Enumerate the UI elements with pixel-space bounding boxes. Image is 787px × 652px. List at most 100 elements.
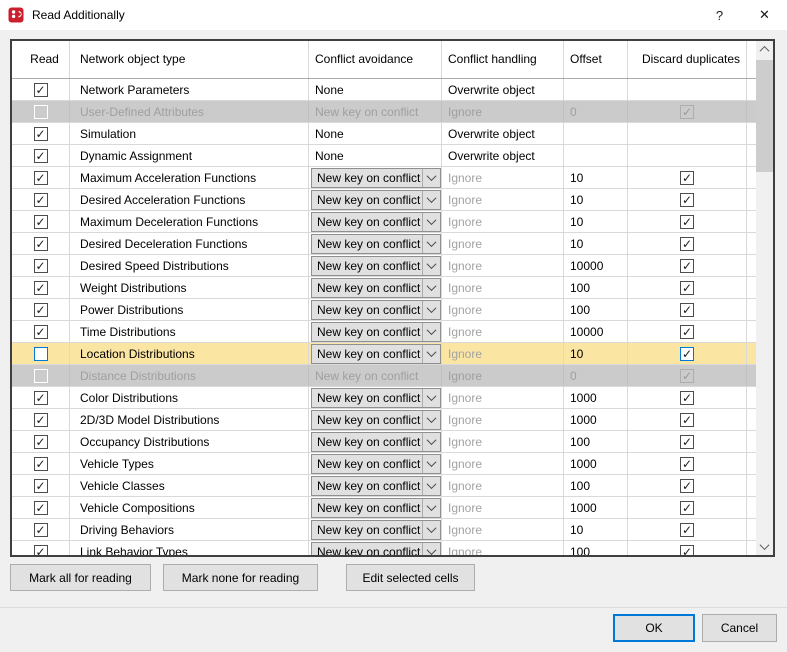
discard-duplicates-checkbox[interactable]: ✓ [680, 171, 694, 185]
table-row[interactable]: ✓Power DistributionsNew key on conflictI… [12, 299, 756, 321]
read-checkbox[interactable]: ✓ [34, 193, 48, 207]
close-button[interactable]: ✕ [742, 0, 787, 30]
conflict-avoidance-dropdown[interactable]: New key on conflict [311, 256, 441, 276]
table-row[interactable]: User-Defined AttributesNew key on confli… [12, 101, 756, 123]
read-checkbox[interactable]: ✓ [34, 281, 48, 295]
read-checkbox[interactable]: ✓ [34, 479, 48, 493]
dropdown-arrow-button[interactable] [422, 235, 440, 253]
discard-duplicates-checkbox[interactable]: ✓ [680, 435, 694, 449]
dropdown-arrow-button[interactable] [422, 411, 440, 429]
conflict-avoidance-dropdown[interactable]: New key on conflict [311, 388, 441, 408]
conflict-avoidance-dropdown[interactable]: New key on conflict [311, 476, 441, 496]
table-row[interactable]: ✓Weight DistributionsNew key on conflict… [12, 277, 756, 299]
table-row[interactable]: ✓Link Behavior TypesNew key on conflictI… [12, 541, 756, 555]
discard-duplicates-checkbox[interactable]: ✓ [680, 457, 694, 471]
discard-duplicates-checkbox[interactable]: ✓ [680, 545, 694, 556]
read-checkbox[interactable]: ✓ [34, 523, 48, 537]
vertical-scrollbar[interactable] [756, 41, 773, 555]
read-checkbox[interactable]: ✓ [34, 325, 48, 339]
conflict-avoidance-dropdown[interactable]: New key on conflict [311, 322, 441, 342]
dropdown-arrow-button[interactable] [422, 543, 440, 556]
read-checkbox[interactable]: ✓ [34, 127, 48, 141]
read-checkbox[interactable]: ✓ [34, 215, 48, 229]
read-checkbox[interactable]: ✓ [34, 149, 48, 163]
discard-duplicates-checkbox[interactable]: ✓ [680, 237, 694, 251]
table-row[interactable]: ✓Time DistributionsNew key on conflictIg… [12, 321, 756, 343]
dropdown-arrow-button[interactable] [422, 301, 440, 319]
table-row[interactable]: ✓2D/3D Model DistributionsNew key on con… [12, 409, 756, 431]
scrollbar-down-button[interactable] [756, 538, 773, 555]
dropdown-arrow-button[interactable] [422, 345, 440, 363]
mark-none-for-reading-button[interactable]: Mark none for reading [163, 564, 318, 591]
scrollbar-thumb[interactable] [756, 60, 773, 172]
conflict-avoidance-dropdown[interactable]: New key on conflict [311, 432, 441, 452]
conflict-avoidance-dropdown[interactable]: New key on conflict [311, 190, 441, 210]
table-row[interactable]: ✓Desired Acceleration FunctionsNew key o… [12, 189, 756, 211]
table-row[interactable]: ✓SimulationNoneOverwrite object [12, 123, 756, 145]
read-checkbox[interactable]: ✓ [34, 435, 48, 449]
edit-selected-cells-button[interactable]: Edit selected cells [346, 564, 475, 591]
table-row[interactable]: ✓Vehicle ClassesNew key on conflictIgnor… [12, 475, 756, 497]
discard-duplicates-checkbox[interactable]: ✓ [680, 479, 694, 493]
table-row[interactable]: ✓Maximum Acceleration FunctionsNew key o… [12, 167, 756, 189]
discard-duplicates-checkbox[interactable]: ✓ [680, 347, 694, 361]
table-row[interactable]: ✓Network ParametersNoneOverwrite object [12, 79, 756, 101]
read-checkbox[interactable]: ✓ [34, 545, 48, 556]
discard-duplicates-checkbox[interactable]: ✓ [680, 303, 694, 317]
read-checkbox[interactable] [34, 347, 48, 361]
table-row[interactable]: Distance DistributionsNew key on conflic… [12, 365, 756, 387]
table-row[interactable]: Location DistributionsNew key on conflic… [12, 343, 756, 365]
read-checkbox[interactable]: ✓ [34, 413, 48, 427]
conflict-avoidance-dropdown[interactable]: New key on conflict [311, 454, 441, 474]
dropdown-arrow-button[interactable] [422, 455, 440, 473]
table-row[interactable]: ✓Desired Deceleration FunctionsNew key o… [12, 233, 756, 255]
mark-all-for-reading-button[interactable]: Mark all for reading [10, 564, 151, 591]
conflict-avoidance-dropdown[interactable]: New key on conflict [311, 278, 441, 298]
read-checkbox[interactable]: ✓ [34, 237, 48, 251]
conflict-avoidance-dropdown[interactable]: New key on conflict [311, 234, 441, 254]
dropdown-arrow-button[interactable] [422, 521, 440, 539]
discard-duplicates-checkbox[interactable]: ✓ [680, 523, 694, 537]
read-checkbox[interactable]: ✓ [34, 457, 48, 471]
conflict-avoidance-dropdown[interactable]: New key on conflict [311, 168, 441, 188]
table-row[interactable]: ✓Color DistributionsNew key on conflictI… [12, 387, 756, 409]
ok-button[interactable]: OK [613, 614, 695, 642]
table-row[interactable]: ✓Maximum Deceleration FunctionsNew key o… [12, 211, 756, 233]
read-checkbox[interactable]: ✓ [34, 303, 48, 317]
dropdown-arrow-button[interactable] [422, 169, 440, 187]
dropdown-arrow-button[interactable] [422, 213, 440, 231]
discard-duplicates-checkbox[interactable]: ✓ [680, 259, 694, 273]
dropdown-arrow-button[interactable] [422, 279, 440, 297]
table-row[interactable]: ✓Vehicle TypesNew key on conflictIgnore1… [12, 453, 756, 475]
conflict-avoidance-dropdown[interactable]: New key on conflict [311, 520, 441, 540]
scrollbar-up-button[interactable] [756, 41, 773, 58]
read-checkbox[interactable]: ✓ [34, 171, 48, 185]
conflict-avoidance-dropdown[interactable]: New key on conflict [311, 344, 441, 364]
table-row[interactable]: ✓Driving BehaviorsNew key on conflictIgn… [12, 519, 756, 541]
conflict-avoidance-dropdown[interactable]: New key on conflict [311, 300, 441, 320]
table-row[interactable]: ✓Dynamic AssignmentNoneOverwrite object [12, 145, 756, 167]
read-checkbox[interactable]: ✓ [34, 83, 48, 97]
discard-duplicates-checkbox[interactable]: ✓ [680, 215, 694, 229]
table-row[interactable]: ✓Vehicle CompositionsNew key on conflict… [12, 497, 756, 519]
dropdown-arrow-button[interactable] [422, 191, 440, 209]
dropdown-arrow-button[interactable] [422, 433, 440, 451]
discard-duplicates-checkbox[interactable]: ✓ [680, 193, 694, 207]
dropdown-arrow-button[interactable] [422, 323, 440, 341]
help-button[interactable]: ? [697, 0, 742, 30]
discard-duplicates-checkbox[interactable]: ✓ [680, 413, 694, 427]
conflict-avoidance-dropdown[interactable]: New key on conflict [311, 498, 441, 518]
dropdown-arrow-button[interactable] [422, 389, 440, 407]
read-checkbox[interactable]: ✓ [34, 501, 48, 515]
read-checkbox[interactable]: ✓ [34, 391, 48, 405]
dropdown-arrow-button[interactable] [422, 477, 440, 495]
cancel-button[interactable]: Cancel [702, 614, 777, 642]
discard-duplicates-checkbox[interactable]: ✓ [680, 325, 694, 339]
table-row[interactable]: ✓Occupancy DistributionsNew key on confl… [12, 431, 756, 453]
table-row[interactable]: ✓Desired Speed DistributionsNew key on c… [12, 255, 756, 277]
discard-duplicates-checkbox[interactable]: ✓ [680, 281, 694, 295]
dropdown-arrow-button[interactable] [422, 499, 440, 517]
conflict-avoidance-dropdown[interactable]: New key on conflict [311, 212, 441, 232]
discard-duplicates-checkbox[interactable]: ✓ [680, 391, 694, 405]
read-checkbox[interactable]: ✓ [34, 259, 48, 273]
